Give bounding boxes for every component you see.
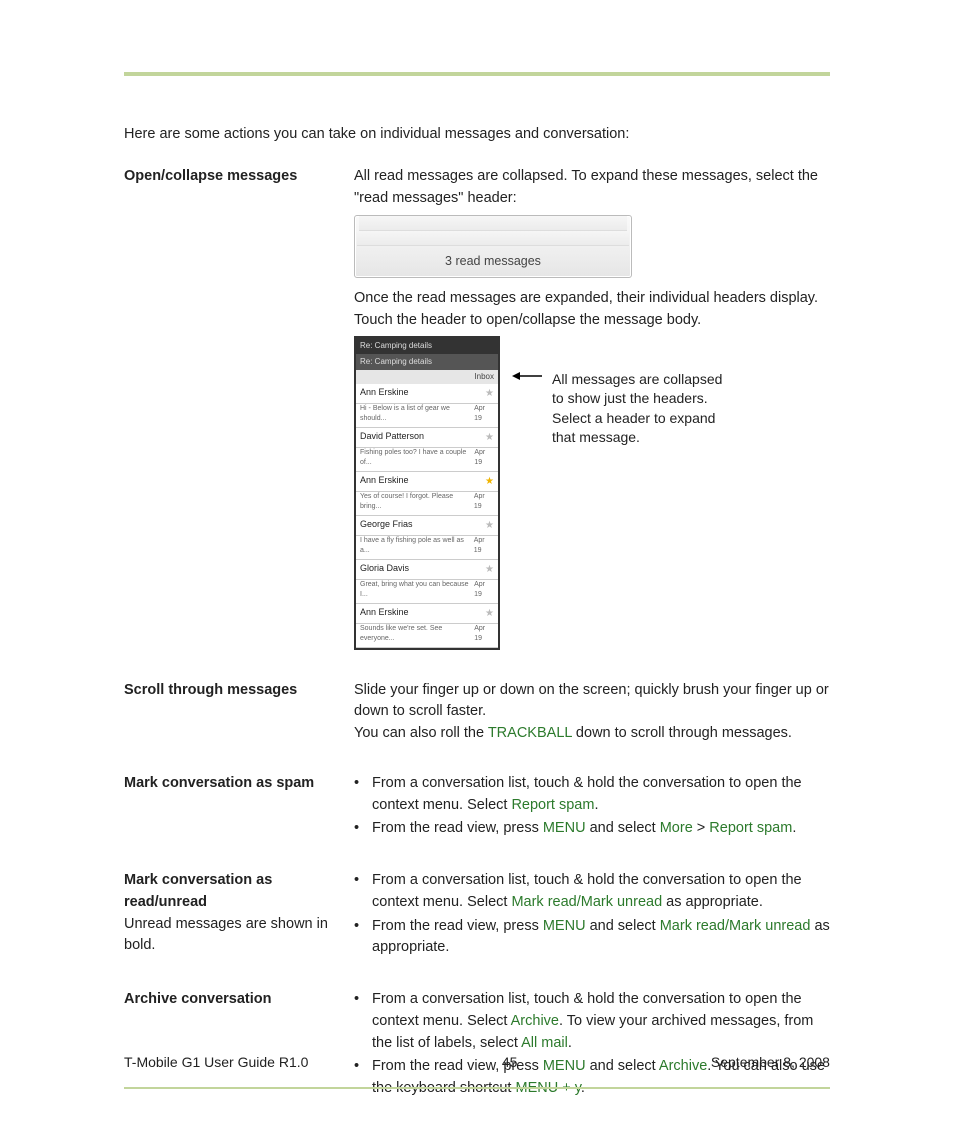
msg-row: Ann Erskine ★ Yes of course! I forgot. Pl… bbox=[356, 472, 498, 516]
msg-date: Apr 19 bbox=[474, 492, 494, 513]
screenshot-thread: Re: Camping details Re: Camping details … bbox=[354, 336, 500, 650]
caption-line: that message. bbox=[552, 428, 722, 448]
bullet: From a conversation list, touch & hold t… bbox=[354, 870, 830, 914]
text-fragment: and select bbox=[586, 918, 660, 934]
text-fragment: down to scroll through messages. bbox=[572, 725, 792, 741]
msg-name: Gloria Davis bbox=[360, 562, 409, 576]
star-icon: ★ bbox=[485, 606, 494, 621]
caption-line: to show just the headers. bbox=[552, 389, 722, 409]
msg-row: George Frias ★ I have a fly fishing pole … bbox=[356, 516, 498, 560]
text-fragment: You can also roll the bbox=[354, 725, 488, 741]
msg-row: Ann Erskine ★ Sounds like we're set. See … bbox=[356, 604, 498, 648]
term-text: Mark conversation as read/unread bbox=[124, 872, 272, 910]
arrow-icon bbox=[512, 370, 542, 382]
text-fragment: > bbox=[693, 820, 710, 836]
bullet: From the read view, press MENU and selec… bbox=[354, 916, 830, 960]
msg-name: David Patterson bbox=[360, 430, 424, 444]
intro-text: Here are some actions you can take on in… bbox=[124, 124, 830, 146]
star-icon: ★ bbox=[485, 518, 494, 533]
menu-label: MENU bbox=[543, 918, 586, 934]
report-spam-label: Report spam bbox=[709, 820, 792, 836]
term-open-collapse: Open/collapse messages bbox=[124, 166, 354, 652]
caption-line: Select a header to expand bbox=[552, 409, 722, 429]
msg-preview: Yes of course! I forgot. Please bring... bbox=[360, 492, 474, 513]
msg-name: Ann Erskine bbox=[360, 606, 409, 620]
term-spam: Mark conversation as spam bbox=[124, 773, 354, 842]
msg-name: George Frias bbox=[360, 518, 413, 532]
open-p2: Once the read messages are expanded, the… bbox=[354, 288, 830, 332]
msg-name: Ann Erskine bbox=[360, 386, 409, 400]
term-scroll: Scroll through messages bbox=[124, 680, 354, 745]
report-spam-label: Report spam bbox=[511, 797, 594, 813]
shot2-header: Re: Camping details bbox=[356, 354, 498, 370]
shot2-header: Re: Camping details bbox=[356, 338, 498, 354]
more-label: More bbox=[660, 820, 693, 836]
section-read-unread: Mark conversation as read/unread Unread … bbox=[124, 870, 830, 961]
text-fragment: From the read view, press bbox=[372, 918, 543, 934]
msg-preview: Hi - Below is a list of gear we should..… bbox=[360, 404, 474, 425]
screenshot-thread-wrap: Re: Camping details Re: Camping details … bbox=[354, 336, 830, 650]
page-footer: T-Mobile G1 User Guide R1.0 45 September… bbox=[124, 1052, 830, 1073]
page: Here are some actions you can take on in… bbox=[0, 0, 954, 1145]
msg-date: Apr 19 bbox=[474, 404, 494, 425]
section-scroll: Scroll through messages Slide your finge… bbox=[124, 680, 830, 745]
scroll-p2: You can also roll the TRACKBALL down to … bbox=[354, 723, 830, 745]
mark-read-unread-label: Mark read/Mark unread bbox=[511, 894, 662, 910]
text-fragment: From the read view, press bbox=[372, 820, 543, 836]
star-icon: ★ bbox=[485, 430, 494, 445]
arrow-caption: All messages are collapsed to show just … bbox=[512, 370, 722, 448]
text-fragment: and select bbox=[586, 820, 660, 836]
scroll-p1: Slide your finger up or down on the scre… bbox=[354, 680, 830, 724]
msg-preview: Sounds like we're set. See everyone... bbox=[360, 624, 474, 645]
mark-read-unread-label: Mark read/Mark unread bbox=[660, 918, 811, 934]
open-p1: All read messages are collapsed. To expa… bbox=[354, 166, 830, 210]
msg-row: Ann Erskine ★ Hi - Below is a list of gea… bbox=[356, 384, 498, 428]
footer-rule bbox=[124, 1087, 830, 1089]
term-read-unread: Mark conversation as read/unread Unread … bbox=[124, 870, 354, 961]
screenshot-read-messages-header: 3 read messages bbox=[354, 215, 632, 278]
def-open-collapse: All read messages are collapsed. To expa… bbox=[354, 166, 830, 652]
term-note: Unread messages are shown in bold. bbox=[124, 916, 328, 954]
read-messages-label: 3 read messages bbox=[355, 246, 631, 277]
bullet: From a conversation list, touch & hold t… bbox=[354, 773, 830, 817]
star-icon: ★ bbox=[485, 386, 494, 401]
top-rule bbox=[124, 72, 830, 76]
bullet: From the read view, press MENU and selec… bbox=[354, 818, 830, 840]
section-spam: Mark conversation as spam From a convers… bbox=[124, 773, 830, 842]
stack-line bbox=[359, 216, 627, 231]
msg-row: Gloria Davis ★ Great, bring what you can … bbox=[356, 560, 498, 604]
msg-row: David Patterson ★ Fishing poles too? I ha… bbox=[356, 428, 498, 472]
trackball-label: TRACKBALL bbox=[488, 725, 572, 741]
text-fragment: . bbox=[594, 797, 598, 813]
menu-label: MENU bbox=[543, 820, 586, 836]
msg-preview: Fishing poles too? I have a couple of... bbox=[360, 448, 474, 469]
footer-left: T-Mobile G1 User Guide R1.0 bbox=[124, 1052, 308, 1073]
caption-line: All messages are collapsed bbox=[552, 370, 722, 390]
msg-date: Apr 19 bbox=[474, 448, 494, 469]
caption-text: All messages are collapsed to show just … bbox=[552, 370, 722, 448]
footer-date: September 8, 2008 bbox=[711, 1052, 830, 1073]
msg-name: Ann Erskine bbox=[360, 474, 409, 488]
footer-page-number: 45 bbox=[502, 1052, 518, 1073]
stack-line bbox=[357, 231, 629, 246]
def-read-unread: From a conversation list, touch & hold t… bbox=[354, 870, 830, 961]
star-icon: ★ bbox=[485, 474, 494, 489]
section-open-collapse: Open/collapse messages All read messages… bbox=[124, 166, 830, 652]
def-scroll: Slide your finger up or down on the scre… bbox=[354, 680, 830, 745]
msg-date: Apr 19 bbox=[474, 580, 494, 601]
text-fragment: as appropriate. bbox=[662, 894, 763, 910]
text-fragment: . bbox=[792, 820, 796, 836]
shot2-inbox-label: Inbox bbox=[356, 370, 498, 384]
msg-preview: Great, bring what you can because I... bbox=[360, 580, 474, 601]
msg-date: Apr 19 bbox=[474, 536, 494, 557]
archive-label: Archive bbox=[511, 1013, 559, 1029]
msg-preview: I have a fly fishing pole as well as a..… bbox=[360, 536, 474, 557]
def-spam: From a conversation list, touch & hold t… bbox=[354, 773, 830, 842]
msg-date: Apr 19 bbox=[474, 624, 494, 645]
star-icon: ★ bbox=[485, 562, 494, 577]
